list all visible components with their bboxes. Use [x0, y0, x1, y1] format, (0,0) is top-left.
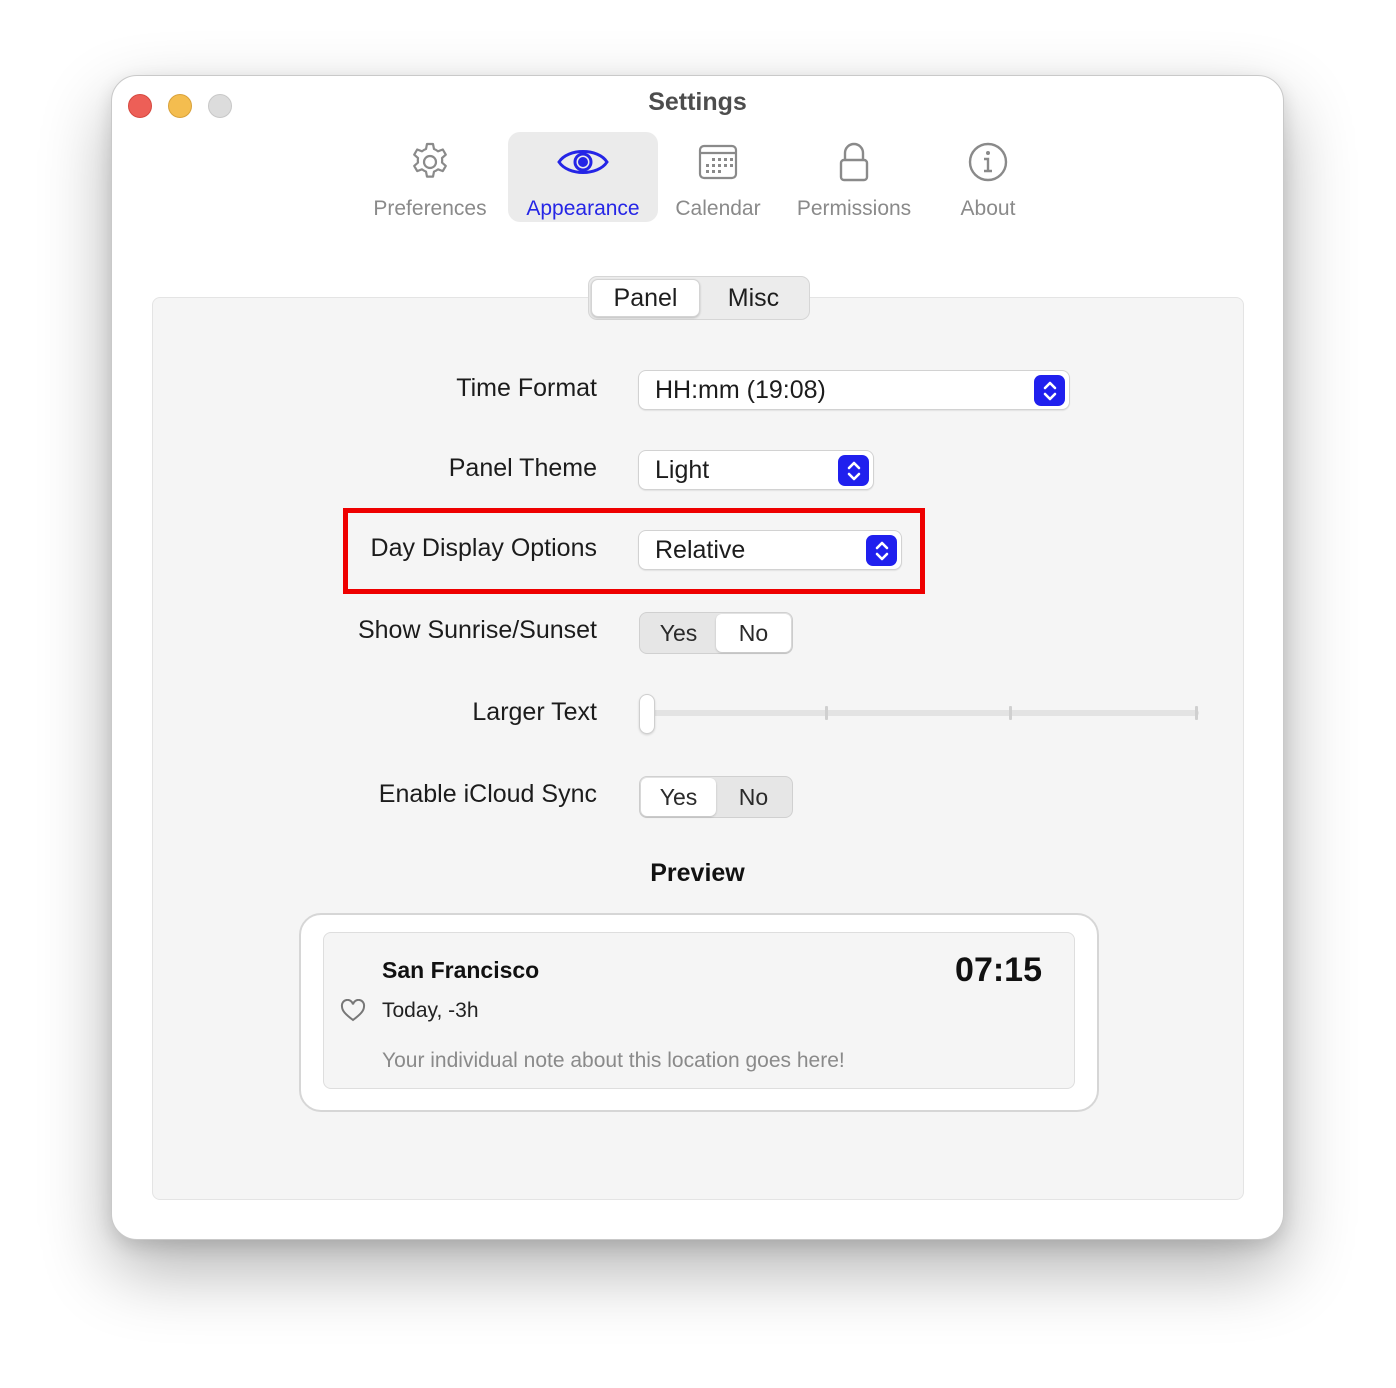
larger-text-slider-knob[interactable] — [639, 694, 655, 734]
toolbar-label-permissions: Permissions — [796, 197, 912, 220]
time-format-popup[interactable]: HH:mm (19:08) — [638, 370, 1070, 410]
preview-title: Preview — [650, 859, 745, 887]
toolbar-item-about[interactable]: About — [940, 132, 1036, 222]
toolbar-item-calendar[interactable]: Calendar — [666, 132, 770, 222]
icloud-sync-no[interactable]: No — [716, 778, 791, 816]
chevron-up-down-icon — [838, 455, 869, 486]
icloud-sync-toggle: Yes No — [639, 776, 793, 818]
time-format-label: Time Format — [456, 374, 597, 402]
toolbar-label-appearance: Appearance — [526, 197, 640, 220]
preview-day: Today, -3h — [382, 999, 479, 1022]
toolbar-label-about: About — [960, 197, 1016, 220]
icloud-sync-label: Enable iCloud Sync — [378, 780, 597, 808]
preview-frame: San Francisco 07:15 Today, -3h Your indi… — [299, 913, 1099, 1112]
sunrise-sunset-label: Show Sunrise/Sunset — [357, 616, 597, 644]
toolbar-item-appearance[interactable]: Appearance — [508, 132, 658, 222]
panel-theme-popup[interactable]: Light — [638, 450, 874, 490]
larger-text-slider[interactable] — [639, 710, 1199, 716]
eye-icon — [556, 140, 610, 189]
heart-icon — [340, 998, 366, 1023]
slider-tick — [825, 706, 828, 720]
settings-window: Settings Preferences Appearance Calendar… — [111, 75, 1284, 1240]
panel-theme-value: Light — [655, 455, 710, 484]
larger-text-label: Larger Text — [472, 698, 597, 726]
lock-icon — [832, 140, 876, 189]
sunrise-sunset-toggle: Yes No — [639, 612, 793, 654]
preview-note: Your individual note about this location… — [382, 1049, 845, 1072]
slider-tick — [1009, 706, 1012, 720]
gear-icon — [408, 140, 452, 189]
slider-tick — [1195, 706, 1198, 720]
tab-misc[interactable]: Misc — [700, 279, 807, 317]
toolbar-item-preferences[interactable]: Preferences — [362, 132, 498, 222]
tab-panel[interactable]: Panel — [591, 279, 700, 317]
chevron-up-down-icon — [1034, 375, 1065, 406]
panel-tabs: Panel Misc — [588, 276, 810, 320]
preview-city: San Francisco — [382, 957, 540, 983]
sunrise-sunset-yes[interactable]: Yes — [641, 614, 716, 652]
toolbar-label-preferences: Preferences — [373, 197, 487, 220]
toolbar-item-permissions[interactable]: Permissions — [784, 132, 924, 222]
sunrise-sunset-no[interactable]: No — [716, 614, 791, 652]
time-format-value: HH:mm (19:08) — [655, 375, 826, 404]
preview-card: San Francisco 07:15 Today, -3h Your indi… — [323, 932, 1075, 1089]
info-icon — [966, 140, 1010, 189]
highlight-box — [343, 508, 925, 594]
window-title: Settings — [648, 88, 747, 116]
panel-theme-label: Panel Theme — [448, 454, 597, 482]
preview-time: 07:15 — [955, 951, 1042, 989]
toolbar-label-calendar: Calendar — [675, 197, 761, 220]
icloud-sync-yes[interactable]: Yes — [641, 778, 716, 816]
calendar-icon — [696, 140, 740, 189]
